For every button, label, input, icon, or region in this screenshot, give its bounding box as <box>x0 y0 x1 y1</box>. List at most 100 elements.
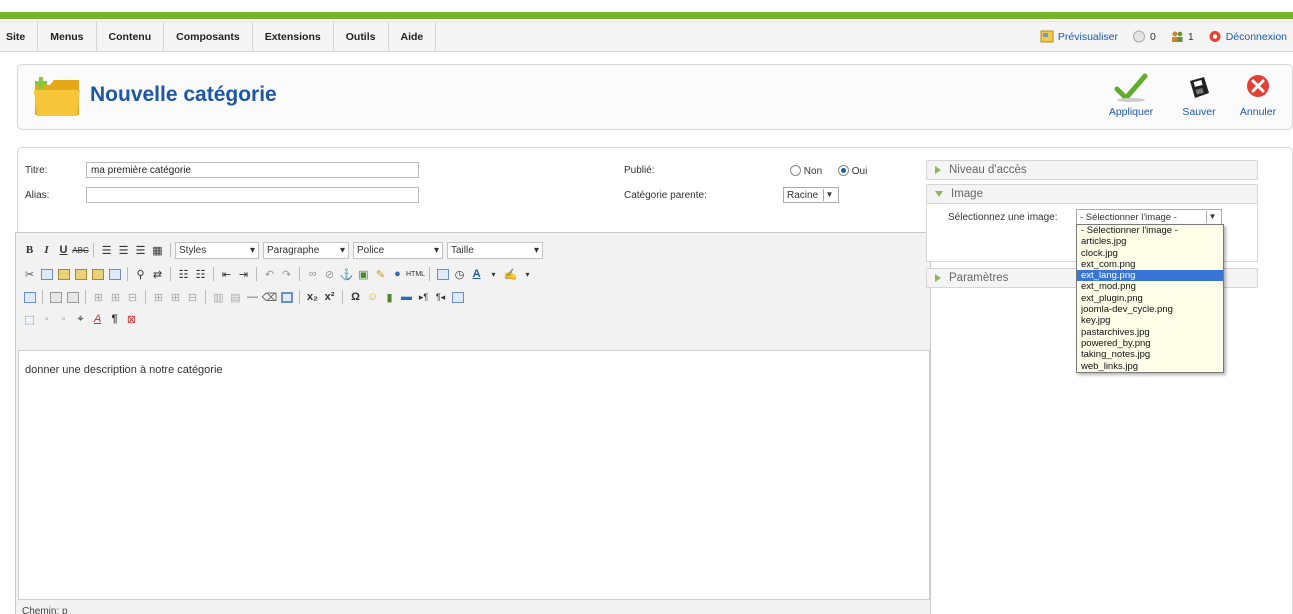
menu-contenu[interactable]: Contenu <box>97 22 165 51</box>
insert-layer-icon[interactable]: ⬚ <box>21 310 38 328</box>
published-no-option[interactable]: Non <box>790 165 822 177</box>
paste-icon[interactable] <box>55 265 72 283</box>
bold-button[interactable]: B <box>21 241 38 259</box>
help-icon[interactable]: ● <box>389 265 406 283</box>
row-after-icon[interactable]: ⊞ <box>107 288 124 306</box>
image-option[interactable]: taking_notes.jpg <box>1077 349 1223 360</box>
cancel-button[interactable]: Annuler <box>1232 73 1284 118</box>
title-input[interactable]: ma première catégorie <box>86 162 419 178</box>
insert-date-icon[interactable] <box>434 265 451 283</box>
align-right-icon[interactable]: ☰ <box>132 241 149 259</box>
move-forward-icon[interactable]: ▫ <box>38 310 55 328</box>
font-dropdown[interactable]: Police ▾ <box>353 241 443 259</box>
preview-link[interactable]: Prévisualiser <box>1040 30 1118 43</box>
indent-icon[interactable]: ⇥ <box>235 265 252 283</box>
bullet-list-icon[interactable]: ☷ <box>175 265 192 283</box>
image-icon[interactable]: ▣ <box>355 265 372 283</box>
users-count[interactable]: 1 <box>1170 30 1194 43</box>
image-option[interactable]: joomla-dev_cycle.png <box>1077 304 1223 315</box>
menu-site[interactable]: Site <box>0 22 39 51</box>
menu-aide[interactable]: Aide <box>389 22 437 51</box>
anchor-icon[interactable]: ⚓ <box>338 265 355 283</box>
move-backward-icon[interactable]: ▫ <box>55 310 72 328</box>
image-option[interactable]: key.jpg <box>1077 315 1223 326</box>
ltr-icon[interactable]: ▸¶ <box>415 288 432 306</box>
messages-count[interactable]: 0 <box>1132 30 1156 43</box>
fullscreen-icon[interactable] <box>449 288 466 306</box>
cite-icon[interactable]: ⊠ <box>123 310 140 328</box>
embed-icon[interactable]: ▬ <box>398 288 415 306</box>
parent-category-select[interactable]: Racine ▼ <box>783 187 839 203</box>
insert-time-icon[interactable]: ◷ <box>451 265 468 283</box>
special-char-icon[interactable]: Ω <box>347 288 364 306</box>
image-option[interactable]: - Sélectionner l'image - <box>1077 225 1223 236</box>
numbered-list-icon[interactable]: ☷ <box>192 265 209 283</box>
image-option-highlighted[interactable]: ext_lang.png <box>1077 270 1223 282</box>
delete-row-icon[interactable]: ⊟ <box>124 288 141 306</box>
show-blocks-icon[interactable]: ¶ <box>106 310 123 328</box>
image-option[interactable]: ext_com.png <box>1077 259 1223 270</box>
copy-icon[interactable] <box>38 265 55 283</box>
find-icon[interactable]: ⚲ <box>132 265 149 283</box>
image-option[interactable]: ext_plugin.png <box>1077 293 1223 304</box>
cleanup-icon[interactable]: ✎ <box>372 265 389 283</box>
published-yes-radio[interactable] <box>838 165 849 176</box>
merge-cells-icon[interactable]: ▤ <box>227 288 244 306</box>
redo-icon[interactable]: ↷ <box>278 265 295 283</box>
split-cells-icon[interactable]: ▥ <box>210 288 227 306</box>
apply-button[interactable]: Appliquer <box>1105 73 1157 118</box>
text-color-icon[interactable]: A <box>468 265 485 283</box>
replace-icon[interactable]: ⇄ <box>149 265 166 283</box>
undo-icon[interactable]: ↶ <box>261 265 278 283</box>
save-button[interactable]: Sauver <box>1173 73 1225 118</box>
row-before-icon[interactable]: ⊞ <box>90 288 107 306</box>
alias-input[interactable] <box>86 187 419 203</box>
background-color-icon[interactable]: ✍ <box>502 265 519 283</box>
italic-button[interactable]: I <box>38 241 55 259</box>
paste-word-icon[interactable] <box>89 265 106 283</box>
emotions-icon[interactable]: ☺ <box>364 288 381 306</box>
table-props-icon[interactable] <box>64 288 81 306</box>
unlink-icon[interactable]: ⊘ <box>321 265 338 283</box>
visual-aid-icon[interactable] <box>278 288 295 306</box>
image-option[interactable]: ext_mod.png <box>1077 281 1223 292</box>
strikethrough-button[interactable]: ABC <box>72 241 89 259</box>
image-select[interactable]: - Sélectionner l'image - ▼ <box>1076 209 1222 225</box>
editor-content-area[interactable]: donner une description à notre catégorie <box>18 350 930 600</box>
menu-outils[interactable]: Outils <box>334 22 389 51</box>
image-option[interactable]: web_links.jpg <box>1077 361 1223 372</box>
styleprops-icon[interactable]: A <box>89 310 106 328</box>
published-yes-option[interactable]: Oui <box>838 165 867 177</box>
select-all-icon[interactable] <box>106 265 123 283</box>
size-dropdown[interactable]: Taille ▾ <box>447 241 543 259</box>
link-icon[interactable]: ∞ <box>304 265 321 283</box>
cut-icon[interactable]: ✂ <box>21 265 38 283</box>
horizontal-rule-icon[interactable]: — <box>244 288 261 306</box>
dropdown-arrow-icon[interactable]: ▾ <box>519 265 536 283</box>
image-option[interactable]: clock.jpg <box>1077 248 1223 259</box>
col-before-icon[interactable]: ⊞ <box>150 288 167 306</box>
paragraph-dropdown[interactable]: Paragraphe ▾ <box>263 241 349 259</box>
media-icon[interactable]: ▮ <box>381 288 398 306</box>
align-left-icon[interactable]: ☰ <box>98 241 115 259</box>
absolute-icon[interactable]: ⌖ <box>72 310 89 328</box>
logout-link[interactable]: Déconnexion <box>1208 30 1287 43</box>
paste-text-icon[interactable] <box>72 265 89 283</box>
delete-col-icon[interactable]: ⊟ <box>184 288 201 306</box>
menu-composants[interactable]: Composants <box>164 22 253 51</box>
image-panel-header[interactable]: Image <box>926 184 1258 204</box>
access-level-panel-header[interactable]: Niveau d'accès <box>926 160 1258 180</box>
styles-dropdown[interactable]: Styles ▾ <box>175 241 259 259</box>
menu-menus[interactable]: Menus <box>38 22 97 51</box>
outdent-icon[interactable]: ⇤ <box>218 265 235 283</box>
image-option[interactable]: articles.jpg <box>1077 236 1223 247</box>
menu-extensions[interactable]: Extensions <box>253 22 334 51</box>
published-no-radio[interactable] <box>790 165 801 176</box>
html-source-icon[interactable]: HTML <box>406 265 425 283</box>
col-after-icon[interactable]: ⊞ <box>167 288 184 306</box>
edit-css-icon[interactable] <box>21 288 38 306</box>
remove-format-icon[interactable]: ⌫ <box>261 288 278 306</box>
superscript-icon[interactable]: x² <box>321 288 338 306</box>
align-center-icon[interactable]: ☰ <box>115 241 132 259</box>
image-option[interactable]: pastarchives.jpg <box>1077 327 1223 338</box>
